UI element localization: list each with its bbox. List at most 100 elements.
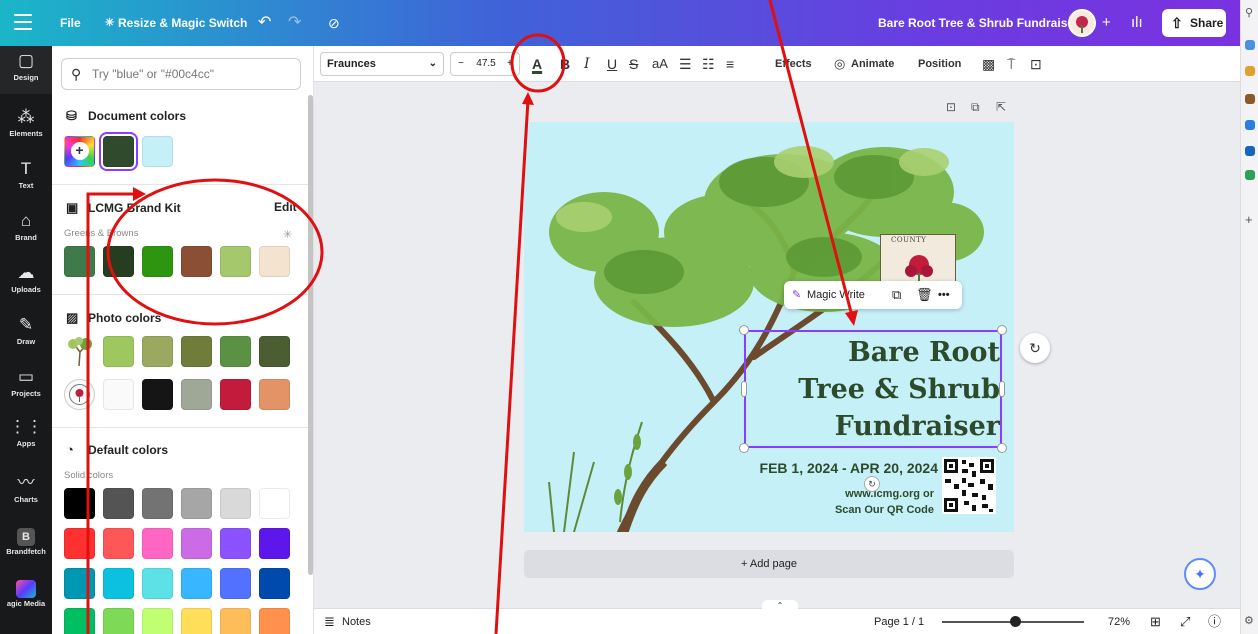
- extension-icon[interactable]: [1245, 120, 1255, 130]
- position-button[interactable]: Position: [918, 46, 961, 82]
- strikethrough-button[interactable]: S: [629, 46, 638, 82]
- italic-button[interactable]: I: [584, 46, 590, 82]
- default-color-swatch[interactable]: [259, 568, 290, 599]
- default-color-swatch[interactable]: [220, 568, 251, 599]
- resize-handle[interactable]: [997, 325, 1007, 335]
- letter-case-button[interactable]: aA: [652, 46, 668, 82]
- animate-button[interactable]: Animate: [851, 46, 894, 82]
- share-button[interactable]: ⇧ Share: [1162, 9, 1226, 37]
- rail-item-elements[interactable]: ⁂ Elements: [0, 102, 52, 150]
- redo-icon[interactable]: ↷: [288, 0, 301, 46]
- rail-item-apps[interactable]: ⋮⋮ Apps: [0, 412, 52, 460]
- lock-icon[interactable]: ⊡: [1030, 46, 1042, 82]
- color-search-input[interactable]: ⚲ Try "blue" or "#00c4cc": [61, 58, 301, 90]
- default-color-swatch[interactable]: [103, 528, 134, 559]
- default-color-swatch[interactable]: [142, 528, 173, 559]
- grid-view-icon[interactable]: ⊞: [1150, 609, 1161, 634]
- help-icon[interactable]: ⓘ: [1208, 609, 1221, 634]
- default-color-swatch[interactable]: [64, 608, 95, 634]
- default-color-swatch[interactable]: [220, 528, 251, 559]
- default-color-swatch[interactable]: [64, 528, 95, 559]
- date-range-text[interactable]: FEB 1, 2024 - APR 20, 2024: [728, 460, 938, 476]
- page-indicator[interactable]: Page 1 / 1: [874, 609, 924, 634]
- file-menu[interactable]: File: [60, 0, 81, 46]
- more-options-icon[interactable]: •••: [938, 281, 950, 309]
- photo-color-swatch[interactable]: [220, 379, 251, 410]
- add-extension-icon[interactable]: +: [1245, 212, 1253, 227]
- rail-item-projects[interactable]: ▭ Projects: [0, 362, 52, 410]
- lock-page-icon[interactable]: ⊡: [946, 100, 956, 114]
- rail-item-charts[interactable]: 〰 Charts: [0, 468, 52, 516]
- rail-item-design[interactable]: ▢ Design: [0, 46, 52, 94]
- trash-icon[interactable]: 🗑: [916, 281, 933, 309]
- decrease-size-button[interactable]: −: [458, 53, 464, 75]
- photo-color-swatch[interactable]: [259, 379, 290, 410]
- paint-roller-icon[interactable]: ⍑: [1007, 46, 1015, 82]
- default-color-swatch[interactable]: [181, 568, 212, 599]
- photo-color-swatch[interactable]: [103, 379, 134, 410]
- brand-color-swatch[interactable]: [64, 246, 95, 277]
- side-handle[interactable]: [999, 381, 1005, 397]
- font-size-stepper[interactable]: − 47.5 +: [450, 52, 520, 76]
- photo-color-swatch[interactable]: [181, 379, 212, 410]
- default-color-swatch[interactable]: [259, 488, 290, 519]
- magic-write-button[interactable]: Magic Write: [807, 281, 865, 309]
- search-icon[interactable]: ⚲: [1245, 6, 1253, 19]
- rail-item-brand[interactable]: ⌂ Brand: [0, 206, 52, 254]
- chevron-up-icon[interactable]: ⌃: [762, 600, 798, 610]
- magic-assistant-icon[interactable]: ✦: [1184, 558, 1216, 590]
- extension-icon[interactable]: [1245, 40, 1255, 50]
- extension-icon[interactable]: [1245, 94, 1255, 104]
- extension-icon[interactable]: [1245, 146, 1255, 156]
- rail-item-draw[interactable]: ✎ Draw: [0, 310, 52, 358]
- menu-icon[interactable]: [14, 14, 32, 30]
- doc-color-swatch[interactable]: [142, 136, 173, 167]
- add-page-button[interactable]: + Add page: [524, 550, 1014, 578]
- add-collaborator-button[interactable]: +: [1102, 0, 1111, 46]
- default-color-swatch[interactable]: [181, 608, 212, 634]
- default-color-swatch[interactable]: [142, 568, 173, 599]
- rail-item-uploads[interactable]: ☁ Uploads: [0, 258, 52, 306]
- spacing-icon[interactable]: ≡: [726, 46, 734, 82]
- text-color-button[interactable]: A: [532, 46, 542, 82]
- font-selector[interactable]: Fraunces ⌄: [320, 52, 444, 76]
- default-color-swatch[interactable]: [103, 568, 134, 599]
- settings-icon[interactable]: ⚙: [1244, 614, 1254, 627]
- photo-color-swatch[interactable]: [103, 336, 134, 367]
- default-color-swatch[interactable]: [142, 488, 173, 519]
- default-color-swatch[interactable]: [259, 528, 290, 559]
- resize-handle[interactable]: [739, 443, 749, 453]
- increase-size-button[interactable]: +: [507, 53, 513, 75]
- default-color-swatch[interactable]: [103, 488, 134, 519]
- photo-color-swatch[interactable]: [220, 336, 251, 367]
- fullscreen-icon[interactable]: ⤢: [1180, 609, 1190, 634]
- duplicate-icon[interactable]: ⧉: [892, 281, 901, 309]
- doc-color-swatch[interactable]: [103, 136, 134, 167]
- default-color-swatch[interactable]: [220, 608, 251, 634]
- resize-handle[interactable]: [997, 443, 1007, 453]
- brand-color-swatch[interactable]: [220, 246, 251, 277]
- resize-magic-switch-button[interactable]: Resize & Magic Switch: [118, 0, 247, 46]
- default-color-swatch[interactable]: [64, 488, 95, 519]
- add-page-icon[interactable]: ⇱: [996, 100, 1006, 114]
- star-icon[interactable]: ✳: [283, 228, 292, 241]
- extension-icon[interactable]: [1245, 66, 1255, 76]
- add-color-button[interactable]: +: [64, 136, 95, 167]
- rail-item-text[interactable]: T Text: [0, 154, 52, 202]
- avatar[interactable]: [1068, 9, 1096, 37]
- zoom-level[interactable]: 72%: [1108, 609, 1130, 634]
- default-color-swatch[interactable]: [181, 528, 212, 559]
- rotate-handle-icon[interactable]: ↻: [864, 476, 880, 492]
- regenerate-icon[interactable]: ↻: [1020, 333, 1050, 363]
- default-color-swatch[interactable]: [259, 608, 290, 634]
- default-color-swatch[interactable]: [64, 568, 95, 599]
- resize-handle[interactable]: [739, 325, 749, 335]
- panel-scrollbar[interactable]: [308, 95, 313, 575]
- tree-photo-thumbnail[interactable]: [64, 336, 95, 367]
- effects-button[interactable]: Effects: [775, 46, 812, 82]
- bold-button[interactable]: B: [560, 46, 570, 82]
- side-handle[interactable]: [741, 381, 747, 397]
- rail-item-agic-media[interactable]: ▦agic Media: [0, 572, 52, 620]
- transparency-icon[interactable]: ▩: [982, 46, 995, 82]
- photo-color-swatch[interactable]: [181, 336, 212, 367]
